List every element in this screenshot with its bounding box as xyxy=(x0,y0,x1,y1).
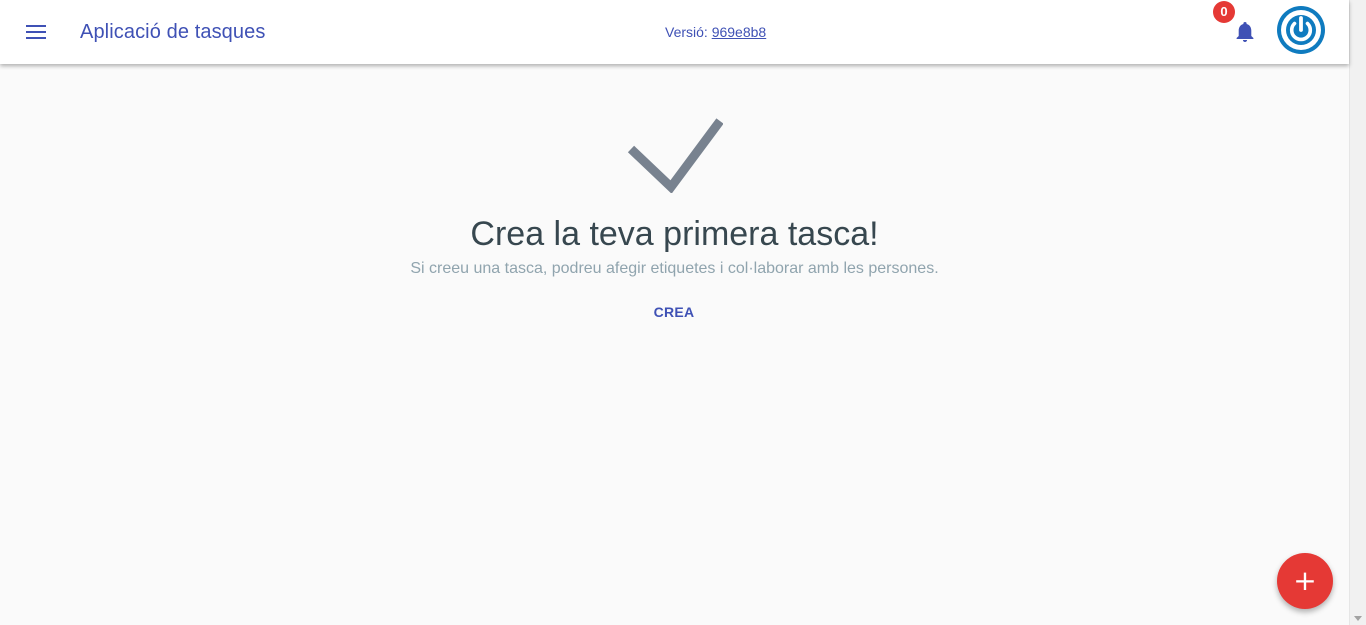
hamburger-menu-icon xyxy=(26,25,46,39)
create-task-button[interactable]: CREA xyxy=(644,298,704,326)
version-link[interactable]: 969e8b8 xyxy=(712,24,767,40)
menu-button[interactable] xyxy=(20,16,52,48)
bell-icon xyxy=(1236,22,1254,42)
empty-state-title: Crea la teva primera tasca! xyxy=(470,215,879,253)
empty-state-subtitle: Si creeu una tasca, podreu afegir etique… xyxy=(410,260,939,277)
scroll-down-arrow-icon[interactable] xyxy=(1354,616,1362,621)
app-root: Aplicació de tasques Versió: 969e8b8 0 C… xyxy=(0,0,1366,625)
empty-state: Crea la teva primera tasca! Si creeu una… xyxy=(0,64,1349,625)
version-info: Versió: 969e8b8 xyxy=(665,24,766,40)
check-icon xyxy=(627,118,723,193)
top-toolbar: Aplicació de tasques Versió: 969e8b8 0 xyxy=(0,0,1349,64)
notifications-count-badge: 0 xyxy=(1213,1,1235,23)
avatar[interactable] xyxy=(1277,6,1325,54)
vertical-scrollbar[interactable] xyxy=(1349,0,1366,625)
version-label: Versió: xyxy=(665,24,708,40)
power-icon xyxy=(1277,6,1325,54)
add-task-fab[interactable]: + xyxy=(1277,553,1333,609)
add-icon: + xyxy=(1293,564,1317,597)
notifications-button[interactable] xyxy=(1231,18,1259,46)
app-title: Aplicació de tasques xyxy=(80,21,266,43)
